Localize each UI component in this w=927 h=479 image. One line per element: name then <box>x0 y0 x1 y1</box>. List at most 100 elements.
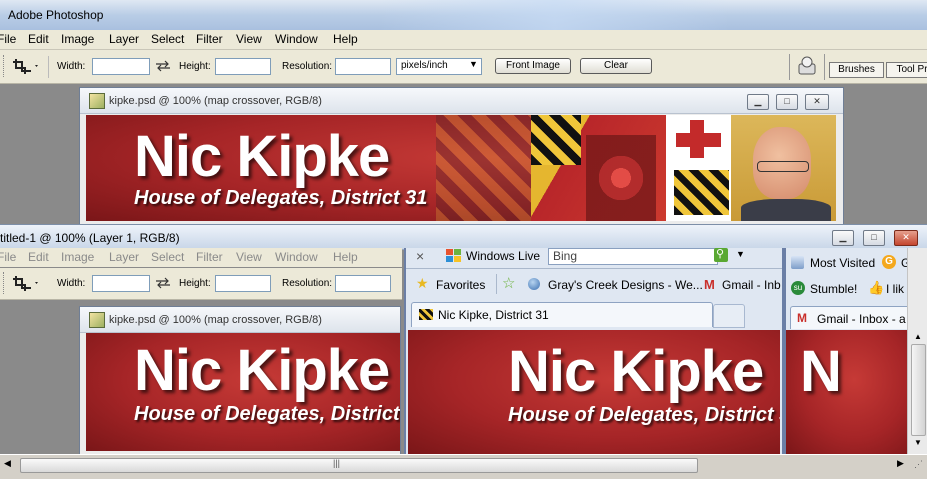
maximize-button[interactable]: □ <box>776 94 798 110</box>
globe-icon <box>528 278 540 290</box>
resize-grip-icon[interactable]: ⋰ <box>914 459 923 470</box>
chevron-down-icon: ▼ <box>469 59 478 69</box>
close-button[interactable]: ✕ <box>894 230 918 246</box>
favorite-link-gmail[interactable]: Gmail - Inb <box>722 278 781 292</box>
stumbleupon-icon: su <box>791 281 805 295</box>
menu-file[interactable]: File <box>0 32 16 46</box>
horizontal-scrollbar[interactable]: ◀ ||| ▶ ⋰ <box>0 454 927 479</box>
search-icon: ⚲ <box>716 248 725 260</box>
menu-file[interactable]: File <box>0 250 16 264</box>
minimize-button[interactable]: ▁ <box>747 94 769 110</box>
options-grip[interactable] <box>3 272 8 294</box>
search-input-value: Bing <box>553 249 578 263</box>
swap-icon[interactable] <box>155 277 171 289</box>
crop-tool-icon[interactable] <box>10 58 40 76</box>
scroll-up-arrow-icon[interactable]: ▲ <box>914 332 922 341</box>
resolution-field[interactable] <box>335 275 391 292</box>
search-input[interactable]: Bing <box>548 248 718 265</box>
chevron-down-icon[interactable]: ▼ <box>736 249 745 259</box>
tab-gmail[interactable]: M Gmail - Inbox - a <box>790 306 912 329</box>
height-field[interactable] <box>215 275 271 292</box>
options-grip[interactable] <box>3 55 8 77</box>
width-field[interactable] <box>92 275 150 292</box>
scroll-down-arrow-icon[interactable]: ▼ <box>914 438 922 447</box>
scroll-right-arrow-icon[interactable]: ▶ <box>897 458 904 469</box>
height-field[interactable] <box>215 58 271 75</box>
favorites-button[interactable]: Favorites <box>436 278 485 292</box>
add-favorite-icon[interactable]: ☆ <box>502 274 515 292</box>
tab-brushes[interactable]: Brushes <box>829 62 884 78</box>
search-go-button[interactable]: ⚲ <box>714 248 728 262</box>
resolution-units-select[interactable]: pixels/inch ▼ <box>396 58 482 75</box>
minimize-button[interactable]: ▁ <box>832 230 854 246</box>
menu-window[interactable]: Window <box>275 250 318 264</box>
portrait-image <box>731 115 836 221</box>
menu-image[interactable]: Image <box>61 32 94 46</box>
second-window-title-bar[interactable]: titled-1 @ 100% (Layer 1, RGB/8) ▁ □ ✕ <box>0 224 927 250</box>
page-banner-subtitle: House of Delegates, District 3 <box>508 404 780 426</box>
menu-layer[interactable]: Layer <box>109 250 139 264</box>
maryland-flag-icon <box>419 309 433 320</box>
document-title-bar[interactable]: kipke.psd @ 100% (map crossover, RGB/8) … <box>80 88 843 114</box>
gmail-icon: M <box>704 277 715 292</box>
windows-logo-icon <box>446 249 461 262</box>
menu-window[interactable]: Window <box>275 32 318 46</box>
new-tab-button[interactable] <box>713 304 745 328</box>
photoshop-title-bar: Adobe Photoshop <box>0 0 927 31</box>
menu-view[interactable]: View <box>236 32 262 46</box>
menu-filter[interactable]: Filter <box>196 32 223 46</box>
vertical-scrollbar[interactable]: ▲ ▼ <box>907 248 927 454</box>
scroll-left-arrow-icon[interactable]: ◀ <box>4 458 11 469</box>
height-label: Height: <box>179 61 211 72</box>
favorites-star-icon: ★ <box>416 275 429 291</box>
crop-tool-icon[interactable] <box>10 275 40 293</box>
glasses-shape <box>757 161 809 172</box>
menu-image[interactable]: Image <box>61 250 94 264</box>
scrollbar-thumb[interactable] <box>911 344 926 436</box>
tab-nic-kipke[interactable]: Nic Kipke, District 31 <box>411 302 713 327</box>
tab-tool-presets[interactable]: Tool Pr <box>886 62 927 78</box>
suit-shape <box>741 199 831 221</box>
flag-stripes-image <box>531 115 581 165</box>
flag-cross <box>690 120 704 158</box>
palette-well-icon[interactable] <box>796 56 818 76</box>
close-tab-icon[interactable]: × <box>416 248 424 264</box>
menu-filter[interactable]: Filter <box>196 250 223 264</box>
second-window-title: titled-1 @ 100% (Layer 1, RGB/8) <box>0 231 180 245</box>
most-visited-icon <box>791 256 804 269</box>
browser-window: Most Visited G G su Stumble! 👍 I lik M G… <box>784 248 912 454</box>
page-banner: Nic Kipke House of Delegates, District 3 <box>408 330 780 454</box>
swap-icon[interactable] <box>155 60 171 72</box>
menu-view[interactable]: View <box>236 250 262 264</box>
front-image-button[interactable]: Front Image <box>495 58 571 74</box>
title-bar-highlight <box>380 0 730 30</box>
banner-name: Nic Kipke <box>134 124 390 189</box>
separator <box>824 54 825 80</box>
document-title: kipke.psd @ 100% (map crossover, RGB/8) <box>109 314 322 326</box>
menu-bar: File Edit Image Layer Select Filter View… <box>0 248 402 267</box>
tab-title: Gmail - Inbox - a <box>817 312 906 326</box>
menu-help[interactable]: Help <box>333 32 358 46</box>
banner-name: Nic Kipke <box>134 338 390 403</box>
menu-layer[interactable]: Layer <box>109 32 139 46</box>
i-like-button[interactable]: I lik <box>886 282 904 296</box>
width-field[interactable] <box>92 58 150 75</box>
document-title-bar[interactable]: kipke.psd @ 100% (map crossover, RGB/8) <box>80 307 400 333</box>
document-window: kipke.psd @ 100% (map crossover, RGB/8) … <box>79 306 401 456</box>
maximize-button[interactable]: □ <box>863 230 885 246</box>
menu-select[interactable]: Select <box>151 32 184 46</box>
clear-button[interactable]: Clear <box>580 58 652 74</box>
bookmark-most-visited[interactable]: Most Visited <box>810 256 875 270</box>
menu-help[interactable]: Help <box>333 250 358 264</box>
resolution-field[interactable] <box>335 58 391 75</box>
stumble-button[interactable]: Stumble! <box>810 282 857 296</box>
thumbs-up-icon[interactable]: 👍 <box>868 280 884 296</box>
close-button[interactable]: ✕ <box>805 94 829 110</box>
scrollbar-thumb[interactable]: ||| <box>20 458 698 473</box>
options-bar: Width: Height: Resolution: <box>0 268 402 300</box>
menu-select[interactable]: Select <box>151 250 184 264</box>
menu-edit[interactable]: Edit <box>28 250 49 264</box>
menu-edit[interactable]: Edit <box>28 32 49 46</box>
favorite-link-grays-creek[interactable]: Gray's Creek Designs - We... <box>548 278 703 292</box>
grip-icon: ||| <box>333 458 341 468</box>
